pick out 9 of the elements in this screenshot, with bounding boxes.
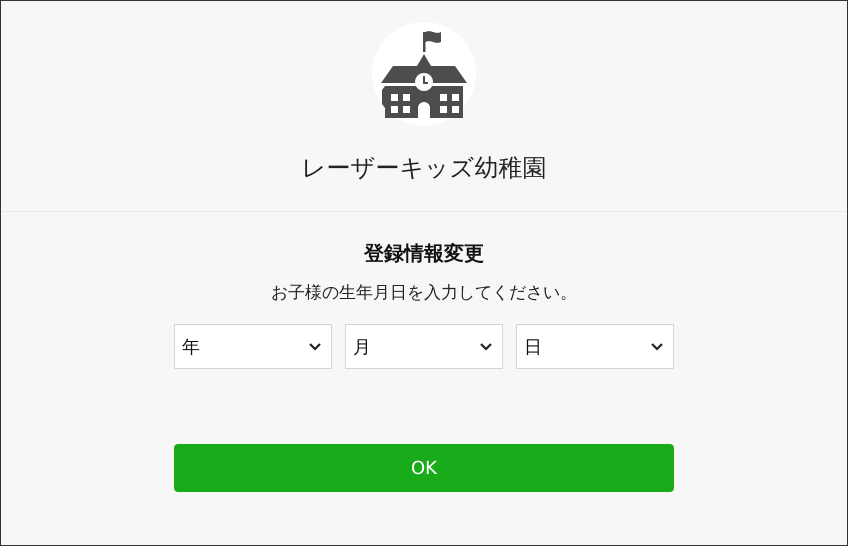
form-heading: 登録情報変更 [364,240,484,267]
school-name: レーザーキッズ幼稚園 [302,153,546,184]
date-dropdown[interactable]: 月 [345,324,503,369]
date-dropdown[interactable]: 日 [516,324,674,369]
date-dropdown[interactable]: 年 [174,324,332,369]
chevron-down-icon [309,342,321,350]
instruction-text: お子様の生年月日を入力してください。 [271,282,577,304]
chevron-down-icon [651,342,663,350]
chevron-down-icon [480,342,492,350]
